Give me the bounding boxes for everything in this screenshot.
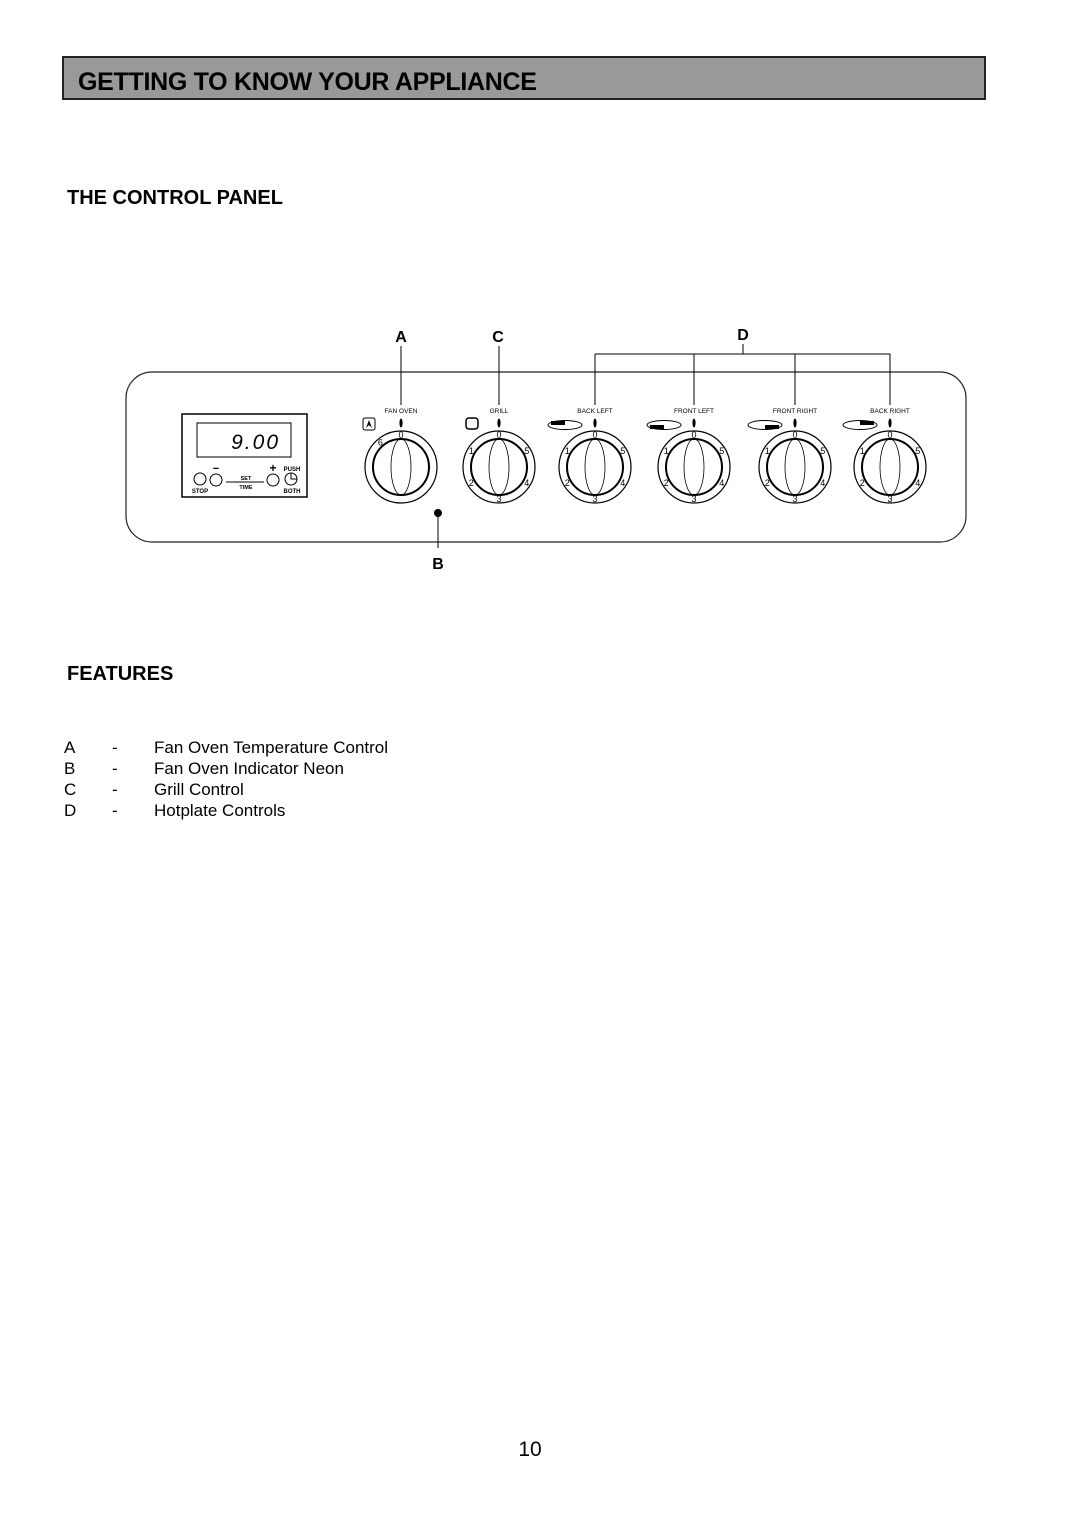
knob-mark: 0 <box>887 430 892 440</box>
timer: 9.00 STOP − SET TIME + PUSH BOTH <box>181 413 308 498</box>
knob-mark: 0 <box>792 430 797 440</box>
knob-label: FRONT RIGHT <box>773 408 817 415</box>
knob-mark: 3 <box>496 494 501 504</box>
knob-mark: 5 <box>524 446 529 456</box>
knob-mark: 5 <box>915 446 920 456</box>
knob-body <box>766 438 824 496</box>
knob-body <box>665 438 723 496</box>
features-list: A - Fan Oven Temperature Control B - Fan Ove… <box>64 737 388 821</box>
minus-label: − <box>213 463 219 475</box>
knob-front-right[interactable]: FRONT RIGHT 0 1 2 3 4 5 <box>747 408 832 504</box>
knob-mark: 5 <box>820 446 825 456</box>
knob-grill[interactable]: GRILL 0 1 2 3 4 5 <box>462 408 536 504</box>
knob-back-right[interactable]: BACK RIGHT 0 1 2 3 4 5 <box>842 408 927 504</box>
both-label: BOTH <box>284 489 301 495</box>
plus-label: + <box>269 461 276 475</box>
knob-mark: 1 <box>860 446 865 456</box>
knob-mark: 4 <box>915 478 920 488</box>
feature-item: D - Hotplate Controls <box>64 801 286 820</box>
knob-mark: 1 <box>469 446 474 456</box>
knob-mark: 6 <box>378 437 383 447</box>
knob-mark: 0 <box>592 430 597 440</box>
page-number: 10 <box>518 1438 542 1461</box>
knob-mark: 4 <box>620 478 625 488</box>
bell-icon[interactable] <box>193 472 207 486</box>
knob-ring <box>364 430 438 504</box>
knob-mark: 5 <box>620 446 625 456</box>
knob-mark: 2 <box>765 478 770 488</box>
knob-label: FRONT LEFT <box>674 408 714 415</box>
control-panel-diagram: A C D B 9.00 STOP − SET TIME + PUSH BOTH… <box>125 327 967 573</box>
knob-body <box>566 438 624 496</box>
callout-b: B <box>432 556 444 573</box>
time-label: TIME <box>239 485 252 491</box>
knob-ring <box>462 430 536 504</box>
knob-body <box>861 438 919 496</box>
knob-ring <box>853 430 927 504</box>
callout-c: C <box>492 329 504 346</box>
knob-mark: 4 <box>719 478 724 488</box>
pointer-mark <box>888 418 892 428</box>
pointer-mark <box>692 418 696 428</box>
knob-mark: 4 <box>524 478 529 488</box>
callout-a: A <box>395 329 407 346</box>
knob-label: BACK RIGHT <box>870 408 910 415</box>
knob-mark: 3 <box>691 494 696 504</box>
feature-item: B - Fan Oven Indicator Neon <box>64 759 344 778</box>
knob-mark: 3 <box>792 494 797 504</box>
pointer-mark <box>399 418 403 428</box>
pointer-mark <box>497 418 501 428</box>
push-label: PUSH <box>284 467 301 473</box>
feature-item: A - Fan Oven Temperature Control <box>64 738 389 757</box>
stop-label: STOP <box>192 489 208 495</box>
knob-label: FAN OVEN <box>385 408 418 415</box>
knob-mark: 4 <box>820 478 825 488</box>
knob-body <box>470 438 528 496</box>
knob-front-left[interactable]: FRONT LEFT 0 1 2 3 4 5 <box>646 408 731 504</box>
knob-mark: 3 <box>887 494 892 504</box>
knob-mark: 1 <box>664 446 669 456</box>
knob-mark: 0 <box>496 430 501 440</box>
knob-mark: 2 <box>565 478 570 488</box>
callout-d: D <box>737 327 749 344</box>
knob-fan-oven[interactable]: FAN OVEN 0 6 <box>362 408 438 504</box>
knob-mark: 1 <box>765 446 770 456</box>
knob-ring <box>657 430 731 504</box>
knob-ring <box>558 430 632 504</box>
pointer-mark <box>593 418 597 428</box>
features-heading: FEATURES <box>67 663 174 685</box>
knob-mark: 3 <box>592 494 597 504</box>
knob-mark: 0 <box>691 430 696 440</box>
knob-mark: 2 <box>860 478 865 488</box>
knob-mark: 2 <box>469 478 474 488</box>
plus-button[interactable] <box>266 473 280 487</box>
knob-mark: 0 <box>398 430 403 440</box>
timer-display: 9.00 <box>231 431 280 454</box>
pointer-mark <box>793 418 797 428</box>
feature-item: C - Grill Control <box>64 780 244 799</box>
set-label: SET <box>241 476 252 482</box>
knob-back-left[interactable]: BACK LEFT 0 1 2 3 4 5 <box>547 408 632 504</box>
grill-icon <box>465 417 479 430</box>
knob-label: BACK LEFT <box>577 408 612 415</box>
knob-mark: 2 <box>664 478 669 488</box>
knob-ring <box>758 430 832 504</box>
minus-button[interactable] <box>209 473 223 487</box>
knob-label: GRILL <box>490 408 509 415</box>
knob-mark: 5 <box>719 446 724 456</box>
knob-mark: 1 <box>565 446 570 456</box>
